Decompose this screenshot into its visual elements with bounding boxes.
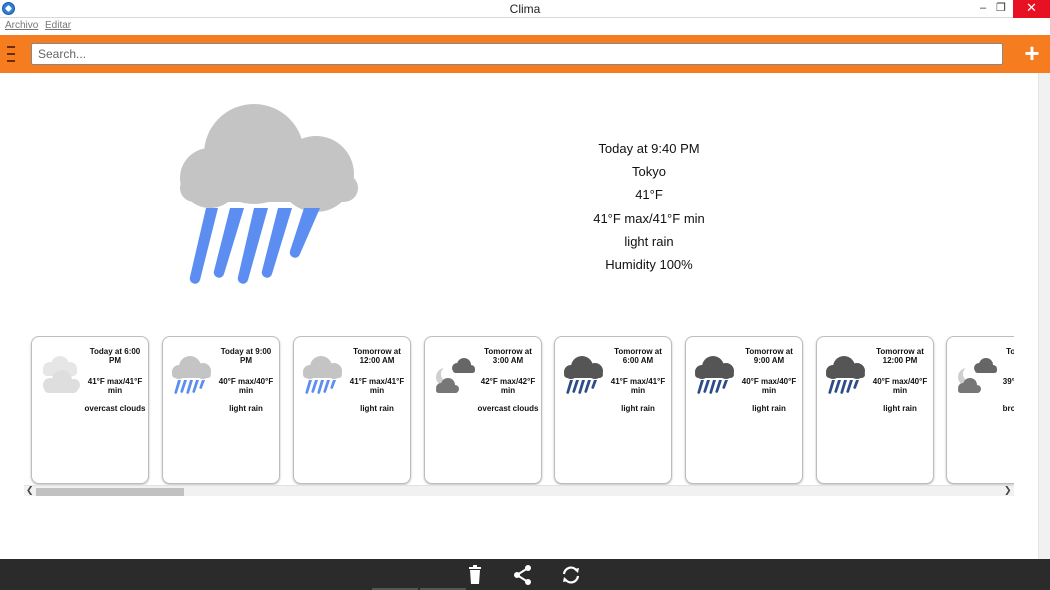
search-input[interactable] — [31, 43, 1003, 65]
forecast-card[interactable]: Today at 6:00 PM 41°F max/41°F min overc… — [31, 336, 149, 484]
forecast-desc: light rain — [752, 404, 786, 413]
current-weather: Today at 9:40 PM Tokyo 41°F 41°F max/41°… — [560, 137, 738, 276]
add-city-button[interactable]: + — [1020, 40, 1044, 68]
forecast-desc: light rain — [883, 404, 917, 413]
forecast-temp: 39°F max/39°F min — [1002, 377, 1014, 386]
forecast-desc: light rain — [360, 404, 394, 413]
forecast-desc: light rain — [229, 404, 263, 413]
title-bar: Clima – ❐ ✕ — [0, 0, 1050, 18]
forecast-temp: 41°F max/41°F min — [349, 377, 405, 395]
forecast-desc: overcast clouds — [84, 404, 146, 413]
current-description: light rain — [624, 233, 674, 249]
dark-rain-cloud-icon — [695, 356, 734, 394]
current-time: Today at 9:40 PM — [598, 141, 700, 156]
forecast-temp: 41°F max/41°F min — [87, 377, 143, 395]
forecast-card[interactable]: Tomorrow at 12:00 AM 41°F max/41°F min l… — [293, 336, 411, 484]
menu-bar: Archivo Editar — [0, 18, 1050, 35]
scroll-right-icon[interactable]: ❯ — [1004, 485, 1012, 496]
forecast-time: Tomorrow at 6:00 AM — [614, 347, 662, 365]
forecast-card[interactable]: Tomorrow at 9:00 AM 40°F max/40°F min li… — [685, 336, 803, 484]
forecast-time: Tomorrow at 9:00 AM — [745, 347, 793, 365]
forecast-desc: overcast clouds — [477, 404, 539, 413]
current-city: Tokyo — [632, 164, 666, 180]
toolbar: + — [0, 35, 1050, 73]
forecast-strip[interactable]: Today at 6:00 PM 41°F max/41°F min overc… — [24, 336, 1014, 486]
dark-rain-cloud-icon — [826, 356, 865, 394]
current-humidity: Humidity 100% — [605, 257, 693, 273]
dark-rain-cloud-icon — [564, 356, 603, 394]
overcast-clouds-icon — [43, 356, 80, 393]
rain-cloud-icon — [303, 356, 342, 394]
forecast-temp: 40°F max/40°F min — [741, 377, 797, 395]
vertical-scrollbar[interactable] — [1038, 73, 1050, 559]
forecast-card[interactable]: Today at 9:00 PM 40°F max/40°F min light… — [162, 336, 280, 484]
scrollbar-thumb[interactable] — [36, 488, 184, 496]
forecast-time: Today at 6:00 PM — [89, 347, 141, 365]
restore-button[interactable]: ❐ — [990, 0, 1012, 18]
forecast-temp: 41°F max/41°F min — [610, 377, 666, 395]
hamburger-menu-icon[interactable] — [7, 46, 15, 62]
night-clouds-icon — [958, 358, 997, 393]
forecast-desc: light rain — [621, 404, 655, 413]
menu-archivo[interactable]: Archivo — [5, 20, 38, 31]
forecast-temp: 42°F max/42°F min — [480, 377, 536, 395]
forecast-time: Tomorrow at 3:00 AM — [484, 347, 532, 365]
forecast-time: Tomorrow at 12:00 PM — [876, 347, 924, 365]
night-clouds-icon — [436, 358, 475, 393]
forecast-card[interactable]: Tomorrow at 6:00 AM 41°F max/41°F min li… — [554, 336, 672, 484]
forecast-card[interactable]: Tomorrow at 12:00 PM 40°F max/40°F min l… — [816, 336, 934, 484]
forecast-card[interactable]: Tomorrow at 3:00 PM 39°F max/39°F min br… — [946, 336, 1014, 484]
forecast-card[interactable]: Tomorrow at 3:00 AM 42°F max/42°F min ov… — [424, 336, 542, 484]
window-title: Clima — [509, 2, 541, 16]
rain-cloud-icon — [172, 356, 211, 394]
menu-editar[interactable]: Editar — [45, 20, 71, 31]
close-button[interactable]: ✕ — [1013, 0, 1050, 18]
forecast-time: Tomorrow at 3:00 PM — [1006, 347, 1014, 356]
forecast-desc: broken clouds — [1002, 404, 1014, 413]
forecast-temp: 40°F max/40°F min — [218, 377, 274, 395]
current-temp: 41°F — [635, 187, 663, 203]
forecast-temp: 40°F max/40°F min — [872, 377, 928, 395]
current-minmax: 41°F max/41°F min — [593, 210, 705, 226]
trash-icon[interactable] — [464, 564, 486, 586]
forecast-time: Tomorrow at 12:00 AM — [353, 347, 401, 365]
bottom-bar — [0, 559, 1050, 590]
share-icon[interactable] — [512, 564, 534, 586]
scroll-left-icon[interactable]: ❮ — [26, 485, 34, 496]
rain-cloud-icon — [180, 104, 358, 284]
refresh-icon[interactable] — [560, 564, 582, 586]
forecast-time: Today at 9:00 PM — [220, 347, 272, 365]
horizontal-scrollbar[interactable]: ❮ ❯ — [24, 485, 1014, 496]
